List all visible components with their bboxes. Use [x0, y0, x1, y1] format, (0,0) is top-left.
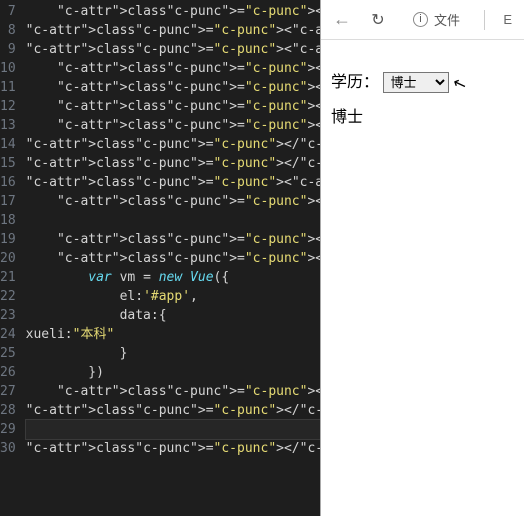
code-line[interactable]: "c-attr">class"c-punc">="c-punc"><"c-att… [26, 2, 320, 21]
line-number: 8 [0, 21, 16, 40]
code-line[interactable] [26, 211, 320, 230]
code-line[interactable]: var vm = new Vue({ [26, 268, 320, 287]
code-line[interactable]: "c-attr">class"c-punc">="c-punc"><"c-att… [26, 78, 320, 97]
info-icon: i [413, 12, 428, 27]
browser-preview: ← ↻ i 文件 E 学历： 本科硕士博士博士后 ↖ 博士 [320, 0, 524, 516]
education-select[interactable]: 本科硕士博士博士后 [383, 72, 449, 93]
browser-toolbar: ← ↻ i 文件 E [321, 0, 524, 40]
line-number: 23 [0, 306, 16, 325]
education-row: 学历： 本科硕士博士博士后 ↖ [331, 68, 514, 93]
code-line[interactable]: "c-attr">class"c-punc">="c-punc"><"c-att… [26, 97, 320, 116]
code-line[interactable]: "c-attr">class"c-punc">="c-punc"></"c-at… [26, 439, 320, 458]
address-label: 文件 [434, 10, 460, 29]
code-line[interactable] [26, 420, 320, 439]
code-line[interactable]: "c-attr">class"c-punc">="c-punc"><"c-att… [26, 230, 320, 249]
output-text: 博士 [331, 103, 514, 127]
line-number: 30 [0, 439, 16, 458]
code-line[interactable]: } [26, 344, 320, 363]
toolbar-ext[interactable]: E [503, 12, 512, 27]
reload-icon[interactable]: ↻ [369, 11, 387, 29]
line-gutter: 7 8 9 10 11 12 13 14 15 16 17 18 19 20 2… [0, 0, 26, 516]
line-number: 12 [0, 97, 16, 116]
line-number: 26 [0, 363, 16, 382]
line-number: 9 [0, 40, 16, 59]
line-number: 18 [0, 211, 16, 230]
line-number: 20 [0, 249, 16, 268]
code-line[interactable]: "c-attr">class"c-punc">="c-punc"><"c-att… [26, 40, 320, 59]
line-number: 10 [0, 59, 16, 78]
line-number: 21 [0, 268, 16, 287]
code-line[interactable]: "c-attr">class"c-punc">="c-punc"><"c-att… [26, 116, 320, 135]
code-line[interactable]: "c-attr">class"c-punc">="c-punc"><"c-att… [26, 21, 320, 40]
code-line[interactable]: "c-attr">class"c-punc">="c-punc"><"c-att… [26, 249, 320, 268]
code-area[interactable]: 7 8 9 10 11 12 13 14 15 16 17 18 19 20 2… [0, 0, 320, 516]
line-number: 24 [0, 325, 16, 344]
code-line[interactable]: xueli:"本科" [26, 325, 320, 344]
code-line[interactable]: data:{ [26, 306, 320, 325]
mouse-cursor-icon: ↖ [450, 72, 469, 95]
code-line[interactable]: "c-attr">class"c-punc">="c-punc"><"c-att… [26, 59, 320, 78]
education-label: 学历： [331, 74, 379, 91]
line-number: 16 [0, 173, 16, 192]
code-editor: 7 8 9 10 11 12 13 14 15 16 17 18 19 20 2… [0, 0, 320, 516]
code-content[interactable]: "c-attr">class"c-punc">="c-punc"><"c-att… [26, 0, 320, 516]
address-area[interactable]: i 文件 [413, 10, 460, 29]
code-line[interactable]: "c-attr">class"c-punc">="c-punc"></"c-at… [26, 192, 320, 211]
code-line[interactable]: el:'#app', [26, 287, 320, 306]
line-number: 7 [0, 2, 16, 21]
line-number: 19 [0, 230, 16, 249]
line-number: 17 [0, 192, 16, 211]
code-line[interactable]: "c-attr">class"c-punc">="c-punc"></"c-at… [26, 401, 320, 420]
line-number: 25 [0, 344, 16, 363]
code-line[interactable]: "c-attr">class"c-punc">="c-punc"><"c-att… [26, 173, 320, 192]
code-line[interactable]: "c-attr">class"c-punc">="c-punc"></"c-at… [26, 154, 320, 173]
rendered-page: 学历： 本科硕士博士博士后 ↖ 博士 [321, 40, 524, 155]
line-number: 11 [0, 78, 16, 97]
line-number: 22 [0, 287, 16, 306]
code-line[interactable]: "c-attr">class"c-punc">="c-punc"></"c-at… [26, 382, 320, 401]
line-number: 14 [0, 135, 16, 154]
line-number: 15 [0, 154, 16, 173]
line-number: 28 [0, 401, 16, 420]
code-line[interactable]: }) [26, 363, 320, 382]
line-number: 27 [0, 382, 16, 401]
code-line[interactable]: "c-attr">class"c-punc">="c-punc"></"c-at… [26, 135, 320, 154]
line-number: 13 [0, 116, 16, 135]
toolbar-separator [484, 10, 485, 30]
back-icon[interactable]: ← [333, 11, 351, 29]
line-number: 29 [0, 420, 16, 439]
